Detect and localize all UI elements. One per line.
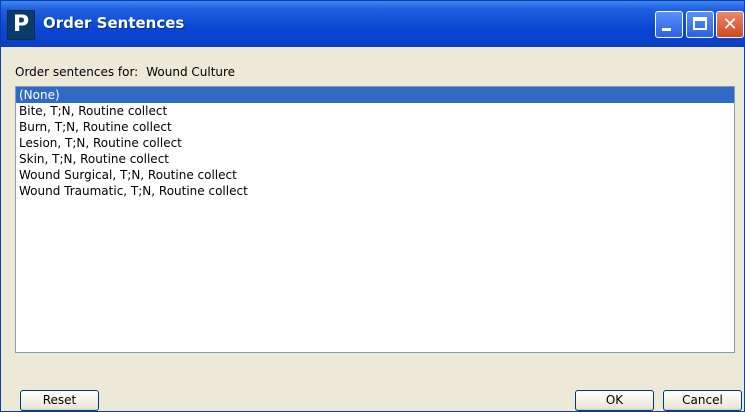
minimize-icon xyxy=(662,28,671,31)
close-button[interactable]: ✕ xyxy=(716,11,744,38)
title-bar[interactable]: P Order Sentences ✕ xyxy=(1,1,744,47)
maximize-button[interactable] xyxy=(686,11,714,38)
order-sentences-dialog: P Order Sentences ✕ Order sentences for:… xyxy=(0,0,745,412)
list-item[interactable]: (None) xyxy=(16,87,734,103)
close-icon: ✕ xyxy=(722,14,738,35)
list-item[interactable]: Wound Traumatic, T;N, Routine collect xyxy=(16,183,734,199)
order-sentences-label-row: Order sentences for: Wound Culture xyxy=(15,65,235,79)
list-item[interactable]: Skin, T;N, Routine collect xyxy=(16,151,734,167)
list-item[interactable]: Wound Surgical, T;N, Routine collect xyxy=(16,167,734,183)
dialog-content: Order sentences for: Wound Culture (None)… xyxy=(1,47,744,411)
ok-button[interactable]: OK xyxy=(575,390,654,411)
order-sentences-listbox[interactable]: (None) Bite, T;N, Routine collect Burn, … xyxy=(15,86,735,353)
app-logo-icon: P xyxy=(7,10,35,40)
list-item[interactable]: Burn, T;N, Routine collect xyxy=(16,119,734,135)
order-item-name: Wound Culture xyxy=(146,65,236,79)
list-item[interactable]: Bite, T;N, Routine collect xyxy=(16,103,734,119)
list-item[interactable]: Lesion, T;N, Routine collect xyxy=(16,135,734,151)
window-title: Order Sentences xyxy=(43,14,185,32)
maximize-icon xyxy=(693,17,707,30)
cancel-button[interactable]: Cancel xyxy=(663,390,742,411)
minimize-button[interactable] xyxy=(655,11,683,38)
order-sentences-label: Order sentences for: xyxy=(15,65,139,79)
reset-button[interactable]: Reset xyxy=(20,390,99,411)
